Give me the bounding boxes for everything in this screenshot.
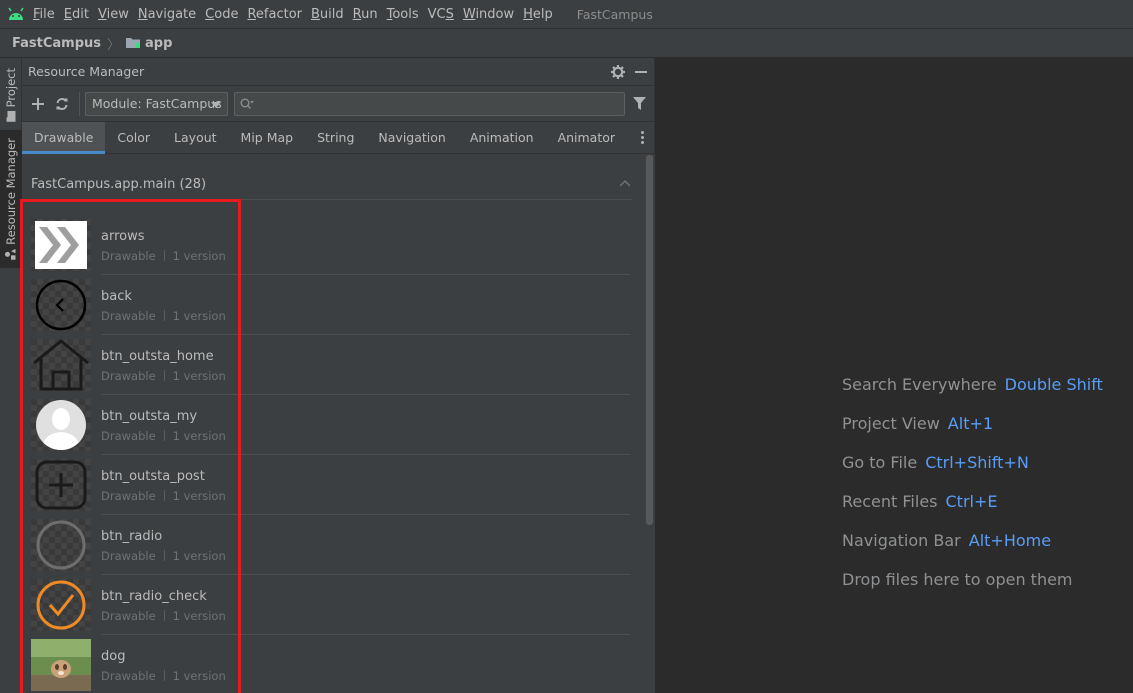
vertical-scrollbar[interactable] <box>646 155 653 525</box>
menu-file[interactable]: File <box>33 7 55 22</box>
menu-tools[interactable]: Tools <box>387 7 419 22</box>
panel-header: Resource Manager <box>22 58 654 86</box>
breadcrumb-project[interactable]: FastCampus <box>12 36 101 51</box>
chevron-down-icon <box>211 101 221 108</box>
menu-edit[interactable]: Edit <box>64 7 89 22</box>
add-resource-button[interactable] <box>26 92 50 116</box>
tool-tab-project-label: Project <box>4 68 18 108</box>
tab-mip-map[interactable]: Mip Map <box>229 122 306 153</box>
module-folder-icon <box>126 37 141 49</box>
menu-window[interactable]: Window <box>463 7 514 22</box>
chevron-right-icon: 〉 <box>107 37 121 53</box>
hint-navigation-bar: Navigation Bar Alt+Home <box>842 531 1052 550</box>
menu-build[interactable]: Build <box>311 7 344 22</box>
resource-toolbar: Module: FastCampus <box>22 86 654 122</box>
menu-navigate[interactable]: Navigate <box>138 7 196 22</box>
minimize-icon[interactable] <box>631 62 651 82</box>
tool-tab-resource-manager[interactable]: Resource Manager <box>0 130 22 268</box>
toolbar-divider <box>79 91 80 116</box>
panel-title: Resource Manager <box>28 64 145 79</box>
chevron-up-icon[interactable] <box>620 179 630 189</box>
hint-project-view: Project View Alt+1 <box>842 414 994 433</box>
tool-tab-resource-manager-label: Resource Manager <box>4 138 18 245</box>
search-box[interactable] <box>234 91 625 116</box>
editor-empty-area: Search Everywhere Double Shift Project Vi… <box>656 58 1133 693</box>
tab-animation[interactable]: Animation <box>458 122 546 153</box>
tab-drawable[interactable]: Drawable <box>22 122 106 154</box>
menu-bar: File Edit View Navigate Code Refactor Bu… <box>0 0 1133 29</box>
android-studio-logo-icon <box>7 7 25 21</box>
filter-button[interactable] <box>628 93 650 115</box>
more-options-icon[interactable] <box>641 131 645 145</box>
folder-icon <box>7 111 16 123</box>
hint-drop-files: Drop files here to open them <box>842 570 1073 589</box>
hint-recent-files: Recent Files Ctrl+E <box>842 492 998 511</box>
hint-go-to-file: Go to File Ctrl+Shift+N <box>842 453 1029 472</box>
left-tool-strip: Project Resource Manager <box>0 58 22 693</box>
menu-help[interactable]: Help <box>523 7 553 22</box>
highlight-annotation-box <box>20 199 241 693</box>
resource-type-tabs: Drawable Color Layout Mip Map String Nav… <box>22 122 654 154</box>
tab-color[interactable]: Color <box>105 122 162 153</box>
menu-run[interactable]: Run <box>353 7 378 22</box>
menu-view[interactable]: View <box>98 7 129 22</box>
resource-group-title: FastCampus.app.main (28) <box>31 176 207 192</box>
plus-icon <box>32 97 44 110</box>
gear-icon[interactable] <box>608 62 628 82</box>
resource-group-header[interactable]: FastCampus.app.main (28) <box>22 168 655 200</box>
tool-tab-project[interactable]: Project <box>0 62 22 128</box>
resources-icon <box>5 248 16 260</box>
breadcrumb: FastCampus 〉 app <box>0 29 1133 58</box>
menu-code[interactable]: Code <box>205 7 238 22</box>
tab-layout[interactable]: Layout <box>162 122 229 153</box>
search-icon <box>240 98 254 109</box>
tab-navigation[interactable]: Navigation <box>366 122 457 153</box>
module-select[interactable]: Module: FastCampus <box>85 91 228 116</box>
tab-animator[interactable]: Animator <box>546 122 627 153</box>
menu-vcs[interactable]: VCS <box>428 7 454 22</box>
refresh-icon <box>56 97 68 110</box>
refresh-button[interactable] <box>50 92 74 116</box>
menu-refactor[interactable]: Refactor <box>247 7 302 22</box>
filter-icon <box>632 97 646 110</box>
window-title: FastCampus <box>576 6 653 22</box>
hint-search-everywhere: Search Everywhere Double Shift <box>842 375 1103 394</box>
module-select-value: Module: FastCampus <box>92 96 222 111</box>
tab-string[interactable]: String <box>305 122 366 153</box>
breadcrumb-module[interactable]: app <box>145 36 172 51</box>
search-input[interactable] <box>258 96 624 111</box>
